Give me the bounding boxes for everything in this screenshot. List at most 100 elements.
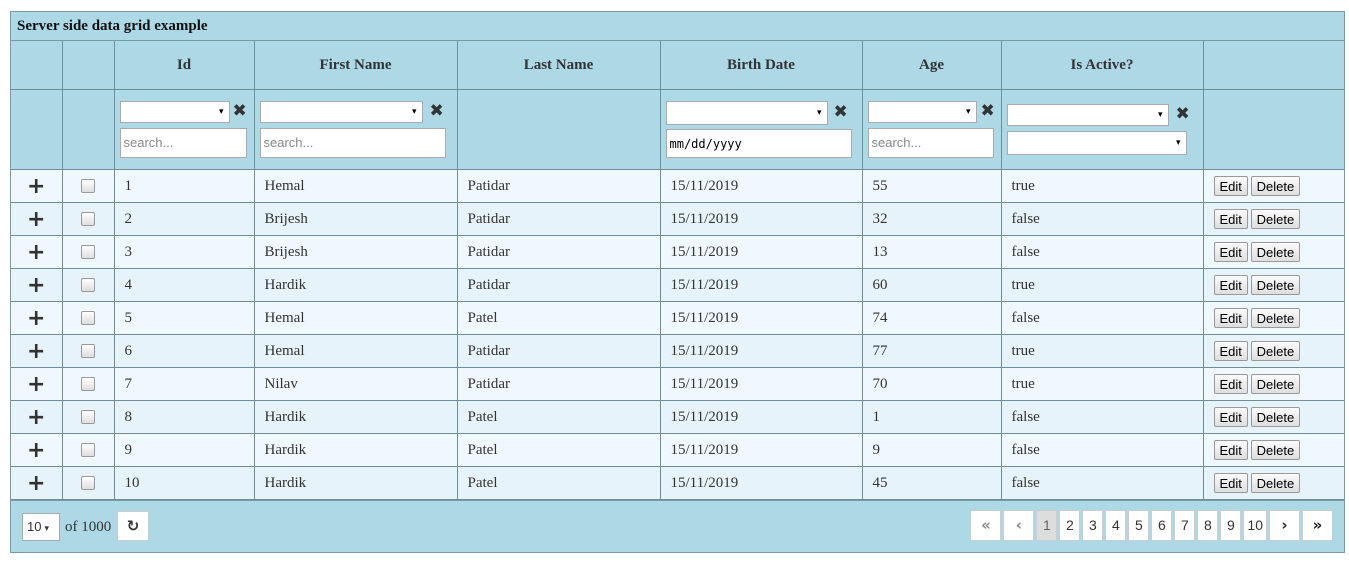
expand-icon[interactable]: + (11, 367, 63, 401)
is-active-cell: false (1000, 400, 1204, 434)
birth-date-cell: 15/11/2019 (659, 334, 863, 368)
page-size-select[interactable]: 10 ▾ (22, 513, 60, 541)
id-cell: 5 (113, 301, 255, 335)
birth-date-input[interactable]: mm/dd/yyyy (665, 129, 852, 158)
expand-icon[interactable]: + (11, 301, 63, 335)
id-search-input[interactable]: search... (119, 128, 247, 158)
row-checkbox[interactable] (81, 245, 95, 260)
edit-button[interactable]: Edit (1213, 308, 1248, 328)
table-row: +1 Hemal Patidar 15/11/2019 55 true Edit Delet… (11, 169, 1344, 203)
first-name-cell: Hardik (253, 268, 458, 302)
row-checkbox-cell (61, 268, 115, 302)
delete-button[interactable]: Delete (1250, 341, 1301, 361)
page-button[interactable]: 1 (1036, 510, 1058, 541)
expand-icon[interactable]: + (11, 400, 63, 434)
delete-button[interactable]: Delete (1250, 440, 1301, 460)
edit-button[interactable]: Edit (1213, 473, 1248, 493)
page-button[interactable]: 9 (1220, 510, 1242, 541)
birth-date-operator-select[interactable]: ▾ (665, 101, 828, 125)
next-page-icon[interactable]: › (1269, 510, 1300, 541)
delete-button[interactable]: Delete (1250, 374, 1301, 394)
row-checkbox[interactable] (81, 377, 95, 392)
expand-icon[interactable]: + (11, 334, 63, 368)
first-name-search-input[interactable]: search... (259, 128, 446, 158)
page-button[interactable]: 6 (1151, 510, 1173, 541)
expand-icon[interactable]: + (11, 202, 63, 236)
age-cell: 60 (861, 268, 1002, 302)
birth-date-cell: 15/11/2019 (659, 301, 863, 335)
header-id[interactable]: Id (113, 41, 255, 90)
actions-cell: Edit Delete (1202, 466, 1344, 500)
prev-page-icon[interactable]: ‹ (1003, 510, 1035, 541)
grid-caption: Server side data grid example (11, 12, 1344, 41)
page-button[interactable]: 8 (1197, 510, 1219, 541)
row-checkbox[interactable] (81, 410, 95, 425)
is-active-clear-icon[interactable]: ✖ (1176, 104, 1190, 124)
is-active-operator-select[interactable]: ▾ (1006, 104, 1169, 126)
delete-button[interactable]: Delete (1250, 176, 1301, 196)
is-active-cell: false (1000, 202, 1204, 236)
birth-date-cell: 15/11/2019 (659, 202, 863, 236)
row-checkbox[interactable] (81, 476, 95, 491)
edit-button[interactable]: Edit (1213, 176, 1248, 196)
row-checkbox[interactable] (81, 278, 95, 293)
birth-date-cell: 15/11/2019 (659, 400, 863, 434)
id-cell: 8 (113, 400, 255, 434)
page-button[interactable]: 5 (1128, 510, 1150, 541)
edit-button[interactable]: Edit (1213, 407, 1248, 427)
refresh-icon[interactable]: ↻ (117, 511, 149, 541)
page-button[interactable]: 7 (1174, 510, 1196, 541)
row-checkbox[interactable] (81, 344, 95, 359)
delete-button[interactable]: Delete (1250, 407, 1301, 427)
header-is-active[interactable]: Is Active? (1000, 41, 1204, 90)
last-name-cell: Patel (456, 433, 661, 467)
delete-button[interactable]: Delete (1250, 473, 1301, 493)
header-first-name[interactable]: First Name (253, 41, 458, 90)
last-page-icon[interactable]: » (1302, 510, 1333, 541)
id-cell: 10 (113, 466, 255, 500)
edit-button[interactable]: Edit (1213, 374, 1248, 394)
first-page-icon[interactable]: « (970, 510, 1002, 541)
page-button[interactable]: 4 (1105, 510, 1127, 541)
birth-date-clear-icon[interactable]: ✖ (834, 102, 848, 122)
id-cell: 2 (113, 202, 255, 236)
row-checkbox[interactable] (81, 443, 95, 458)
edit-button[interactable]: Edit (1213, 209, 1248, 229)
edit-button[interactable]: Edit (1213, 341, 1248, 361)
edit-button[interactable]: Edit (1213, 440, 1248, 460)
first-name-operator-select[interactable]: ▾ (259, 101, 423, 123)
first-name-clear-icon[interactable]: ✖ (430, 101, 444, 121)
page-button[interactable]: 2 (1059, 510, 1081, 541)
age-search-input[interactable]: search... (867, 128, 994, 158)
page-button[interactable]: 10 (1243, 510, 1267, 541)
edit-button[interactable]: Edit (1213, 242, 1248, 262)
delete-button[interactable]: Delete (1250, 308, 1301, 328)
header-last-name[interactable]: Last Name (456, 41, 661, 90)
row-checkbox[interactable] (81, 179, 95, 194)
is-active-value-select[interactable]: ▾ (1006, 131, 1187, 155)
edit-button[interactable]: Edit (1213, 275, 1248, 295)
id-clear-icon[interactable]: ✖ (233, 101, 247, 121)
expand-icon[interactable]: + (11, 268, 63, 302)
age-operator-select[interactable]: ▾ (867, 101, 977, 123)
age-cell: 1 (861, 400, 1002, 434)
expand-icon[interactable]: + (11, 235, 63, 269)
id-operator-select[interactable]: ▾ (119, 101, 230, 123)
row-checkbox[interactable] (81, 311, 95, 326)
delete-button[interactable]: Delete (1250, 242, 1301, 262)
expand-icon[interactable]: + (11, 433, 63, 467)
header-birth-date[interactable]: Birth Date (659, 41, 863, 90)
table-row: +6 Hemal Patidar 15/11/2019 77 true Edit Delet… (11, 334, 1344, 368)
first-name-cell: Hemal (253, 169, 458, 203)
age-clear-icon[interactable]: ✖ (981, 101, 995, 121)
expand-icon[interactable]: + (11, 466, 63, 500)
page-button[interactable]: 3 (1082, 510, 1104, 541)
expand-icon[interactable]: + (11, 169, 63, 203)
delete-button[interactable]: Delete (1250, 209, 1301, 229)
delete-button[interactable]: Delete (1250, 275, 1301, 295)
is-active-cell: true (1000, 334, 1204, 368)
header-age[interactable]: Age (861, 41, 1002, 90)
age-cell: 9 (861, 433, 1002, 467)
grid-table: Id First Name Last Name Birth Date Age I… (11, 41, 1344, 500)
row-checkbox[interactable] (81, 212, 95, 227)
